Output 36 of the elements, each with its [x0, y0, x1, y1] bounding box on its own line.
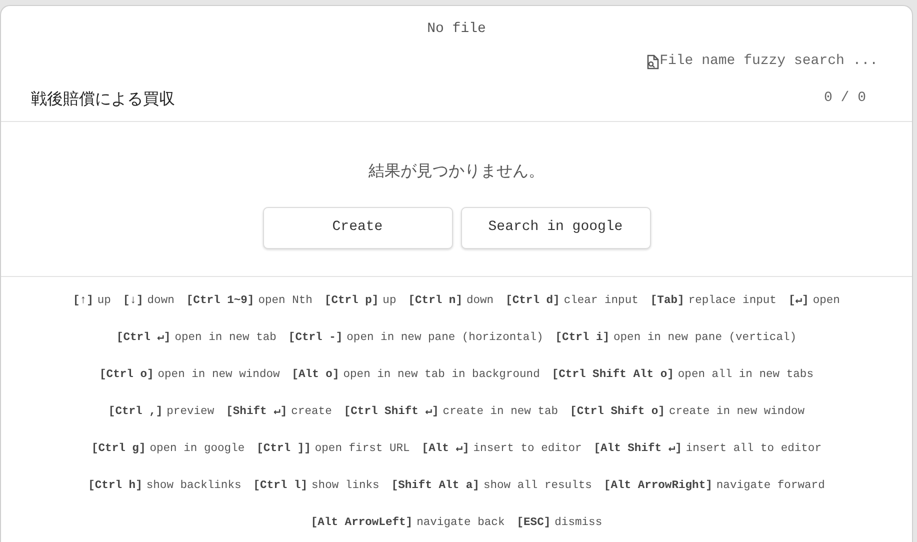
shortcut-hint: [Ctrl ]] open first URL — [256, 442, 410, 458]
shortcut-hint: [Ctrl ,] preview — [108, 404, 214, 420]
shortcut-hint: [Tab] replace input — [650, 294, 776, 310]
shortcut-hint: [Ctrl h] show backlinks — [88, 478, 242, 494]
shortcut-hint: [Ctrl i] open in new pane (vertical) — [555, 330, 797, 346]
shortcut-hint: [Ctrl -] open in new pane (horizontal) — [288, 330, 544, 346]
search-field[interactable]: 戦後賠償による買収 — [31, 86, 824, 111]
shortcut-hint: [Ctrl 1~9] open Nth — [186, 294, 312, 310]
shortcut-hint: [Alt Shift ↵] insert all to editor — [594, 442, 822, 458]
shortcut-hint: [Ctrl p] up — [324, 294, 396, 310]
shortcut-hint: [↵] open — [788, 294, 840, 310]
shortcut-hint: [Alt o] open in new tab in background — [292, 368, 540, 384]
shortcut-hint: [Ctrl l] show links — [253, 478, 380, 494]
search-hint: File name fuzzy search ... — [660, 52, 878, 71]
shortcut-hint: [Ctrl d] clear input — [506, 294, 638, 310]
action-button[interactable]: Search in google — [460, 206, 650, 249]
shortcut-hint: [↓] down — [122, 294, 174, 310]
shortcut-hint: [Ctrl Shift Alt o] open all in new tabs — [552, 368, 814, 384]
shortcut-hint: [ESC] dismiss — [516, 516, 602, 532]
file-title: No file — [427, 21, 486, 37]
shortcut-hint: [Ctrl ↵] open in new tab — [116, 330, 276, 346]
shortcut-hint: [Ctrl Shift o] create in new window — [570, 404, 805, 420]
empty-message: 結果が見つかりません。 — [368, 160, 544, 182]
shortcut-hint: [Ctrl Shift ↵] create in new tab — [344, 404, 558, 420]
shortcut-hint: [Shift ↵] create — [226, 404, 332, 420]
shortcut-hint: [Ctrl g] open in google — [91, 442, 245, 458]
shortcut-hint: [Ctrl o] open in new window — [100, 368, 280, 384]
shortcut-hint: [↑] up — [73, 294, 111, 310]
shortcut-hint: [Alt ArrowLeft] navigate back — [310, 516, 505, 532]
shortcut-hint: [Alt ↵] insert to editor — [422, 442, 582, 458]
file-search-icon — [644, 54, 660, 70]
shortcut-hint: [Ctrl n] down — [408, 294, 494, 310]
shortcut-hint: [Shift Alt a] show all results — [391, 478, 592, 494]
shortcut-hint: [Alt ArrowRight] navigate forward — [604, 478, 825, 494]
result-counter: 0 / 0 — [824, 89, 866, 108]
action-button[interactable]: Create — [262, 206, 452, 249]
